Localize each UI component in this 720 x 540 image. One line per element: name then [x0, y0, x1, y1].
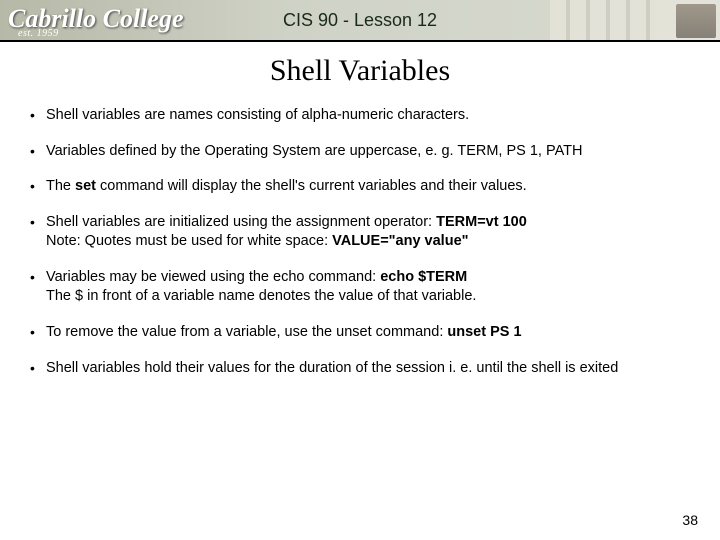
- bullet-3-post: command will display the shell's current…: [96, 178, 527, 194]
- bullet-6-pre: To remove the value from a variable, use…: [46, 324, 447, 340]
- bullet-4-line2-bold: VALUE="any value": [332, 233, 468, 249]
- course-line: CIS 90 - Lesson 12: [0, 10, 720, 31]
- bullet-1: Shell variables are names consisting of …: [30, 106, 692, 126]
- bullet-4-line1-pre: Shell variables are initialized using th…: [46, 214, 436, 230]
- bullet-4-line1-bold: TERM=vt 100: [436, 214, 527, 230]
- bullet-7: Shell variables hold their values for th…: [30, 359, 692, 379]
- slide-title: Shell Variables: [0, 54, 720, 88]
- slide: Cabrillo College est. 1959 CIS 90 - Less…: [0, 0, 720, 540]
- bullet-1-text: Shell variables are names consisting of …: [46, 107, 469, 123]
- slide-content: Shell variables are names consisting of …: [0, 106, 720, 378]
- bullet-3: The set command will display the shell's…: [30, 177, 692, 197]
- bullet-6: To remove the value from a variable, use…: [30, 323, 692, 343]
- bullet-list: Shell variables are names consisting of …: [30, 106, 692, 378]
- bullet-7-text: Shell variables hold their values for th…: [46, 360, 618, 376]
- bullet-4-line2-pre: Note: Quotes must be used for white spac…: [46, 233, 332, 249]
- bullet-2: Variables defined by the Operating Syste…: [30, 142, 692, 162]
- page-number: 38: [682, 512, 698, 528]
- slide-header: Cabrillo College est. 1959 CIS 90 - Less…: [0, 0, 720, 42]
- bullet-3-cmd: set: [75, 178, 96, 194]
- bullet-3-pre: The: [46, 178, 75, 194]
- bullet-4: Shell variables are initialized using th…: [30, 213, 692, 252]
- bullet-5-line2: The $ in front of a variable name denote…: [46, 288, 476, 304]
- bullet-5-line1-bold: echo $TERM: [380, 269, 467, 285]
- bullet-5-line1-pre: Variables may be viewed using the echo c…: [46, 269, 380, 285]
- bullet-5: Variables may be viewed using the echo c…: [30, 268, 692, 307]
- bullet-2-text: Variables defined by the Operating Syste…: [46, 143, 583, 159]
- bullet-6-bold: unset PS 1: [447, 324, 521, 340]
